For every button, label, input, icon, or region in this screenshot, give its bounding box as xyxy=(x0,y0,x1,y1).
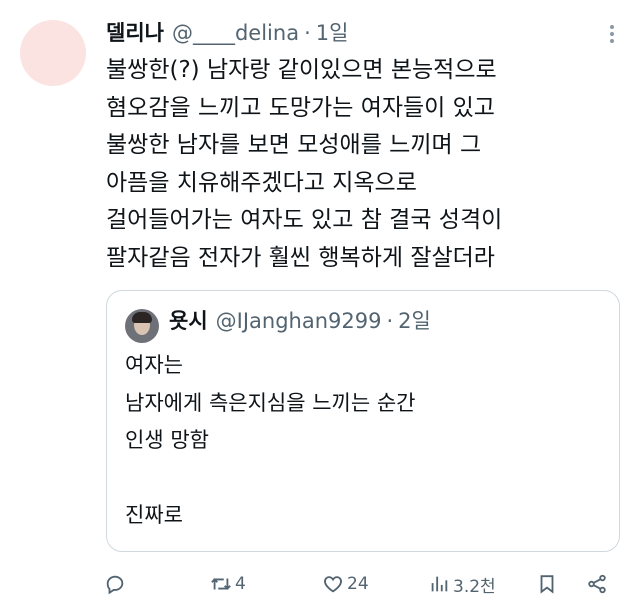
tweet-text-line: 불쌍한(?) 남자랑 같이있으면 본능적으로 xyxy=(106,57,497,83)
retweet-icon xyxy=(211,578,231,590)
like-count: 24 xyxy=(347,574,369,594)
tweet-timestamp[interactable]: 1일 xyxy=(316,17,349,47)
views-button[interactable]: 3.2천 xyxy=(428,570,496,598)
views-icon xyxy=(431,576,448,592)
tweet-text-line: 걸어들어가는 여자도 있고 참 결국 성격이 xyxy=(106,207,503,233)
tweet-text-line: 팔자같음 전자가 훨씬 행복하게 잘살더라 xyxy=(106,244,495,271)
quoted-tweet-timestamp: 2일 xyxy=(398,309,431,333)
views-count: 3.2천 xyxy=(453,576,496,597)
quoted-text-line: 인생 망함 xyxy=(125,428,209,452)
tweet-text-line: 아픔을 치유해주겠다고 지옥으로 xyxy=(106,169,417,196)
quoted-author-display-name: 욧시 xyxy=(169,309,208,333)
retweet-count: 4 xyxy=(235,574,246,594)
author-display-name[interactable]: 델리나 xyxy=(106,17,164,47)
tweet-text-line: 혐오감을 느끼고 도망가는 여자들이 있고 xyxy=(106,94,495,121)
tweet-text-line: 불쌍한 남자를 보면 모성애를 느끼며 그 xyxy=(106,132,482,158)
quoted-header-separator: · xyxy=(386,309,394,333)
quoted-text-line: 남자에게 측은지심을 느끼는 순간 xyxy=(125,390,416,415)
header-separator: · xyxy=(304,21,311,45)
quoted-text-line: 여자는 xyxy=(125,353,183,377)
quoted-author-avatar[interactable] xyxy=(125,309,159,343)
reply-button[interactable] xyxy=(104,570,126,598)
more-options-icon[interactable] xyxy=(602,22,622,46)
quoted-text-line: 진짜로 xyxy=(125,503,183,527)
share-icon xyxy=(588,574,606,594)
tweet[interactable]: 델리나 @____delina · 1일 불쌍한(?) 남자랑 같이있으면 본능… xyxy=(0,0,640,613)
retweet-button[interactable]: 4 xyxy=(210,570,246,598)
bookmark-button[interactable] xyxy=(536,570,558,598)
tweet-actions-bar: 4 24 3.2천 xyxy=(104,570,620,598)
quoted-tweet-header: 욧시 @IJanghan9299 · 2일 xyxy=(169,305,431,339)
quoted-author-handle: @IJanghan9299 xyxy=(215,309,382,333)
bookmark-icon xyxy=(540,575,554,594)
share-button[interactable] xyxy=(586,570,608,598)
quoted-tweet-card[interactable]: 욧시 @IJanghan9299 · 2일 여자는 남자에게 측은지심을 느끼는… xyxy=(106,290,620,552)
author-handle[interactable]: @____delina xyxy=(172,21,299,45)
quoted-tweet-text: 여자는 남자에게 측은지심을 느끼는 순간 인생 망함 진짜로 xyxy=(125,347,605,535)
author-avatar[interactable] xyxy=(20,20,86,86)
tweet-text: 불쌍한(?) 남자랑 같이있으면 본능적으로 혐오감을 느끼고 도망가는 여자들… xyxy=(106,52,626,277)
tweet-header: 델리나 @____delina · 1일 xyxy=(106,17,348,49)
heart-icon xyxy=(324,576,342,593)
like-button[interactable]: 24 xyxy=(322,570,369,598)
quoted-text-line xyxy=(125,460,605,498)
reply-icon xyxy=(106,575,124,595)
